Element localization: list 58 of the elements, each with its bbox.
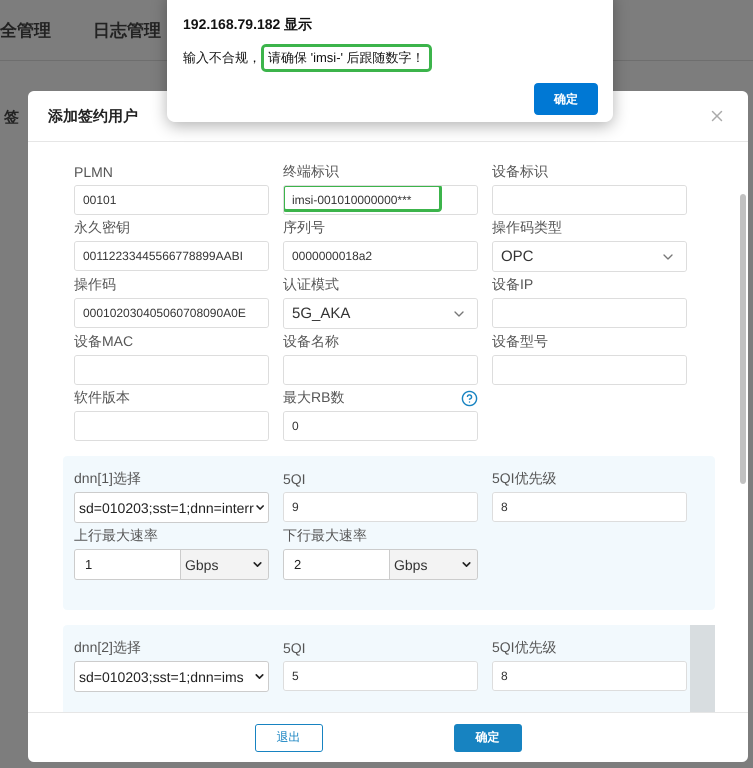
text-field[interactable]: [492, 185, 687, 215]
alert-title: 192.168.79.182 显示: [183, 16, 314, 34]
field-label: 序列号: [283, 219, 325, 237]
field-label: 设备MAC: [74, 333, 134, 351]
field-label: 设备型号: [492, 333, 548, 351]
field-label: 认证模式: [283, 276, 339, 294]
text-field[interactable]: [74, 411, 269, 441]
unit-select[interactable]: Gbps: [180, 549, 269, 580]
highlighted-message: 请确保 'imsi-' 后跟随数字！: [261, 44, 432, 72]
section-label: 签: [4, 108, 19, 127]
text-field[interactable]: 00112233445566778899AABI: [74, 241, 269, 271]
field-label: 设备IP: [492, 276, 534, 294]
field-label: 操作码类型: [492, 219, 562, 237]
field-label: 5QI: [283, 471, 306, 487]
scrollbar-thumb[interactable]: [740, 194, 746, 484]
text-field[interactable]: 0000000018a2: [283, 241, 478, 271]
field-label: 下行最大速率: [283, 527, 367, 545]
field-label: 5QI优先级: [492, 639, 557, 657]
text-field[interactable]: 8: [492, 661, 687, 691]
field-label: 5QI优先级: [492, 470, 557, 488]
text-field[interactable]: [492, 355, 687, 385]
text-field[interactable]: [283, 355, 478, 385]
text-field[interactable]: 5: [283, 661, 478, 691]
text-field[interactable]: [492, 298, 687, 328]
text-field[interactable]: 00101: [74, 185, 269, 215]
dialog-title: 添加签约用户: [48, 106, 138, 126]
select-field[interactable]: OPC: [492, 241, 687, 272]
text-field[interactable]: 9: [283, 492, 478, 522]
text-field[interactable]: 0: [283, 411, 478, 441]
select-field[interactable]: sd=010203;sst=1;dnn=ims: [74, 661, 269, 692]
alert-message: 输入不合规，: [183, 49, 261, 67]
exit-button[interactable]: 退出: [254, 724, 322, 752]
field-label: 设备标识: [492, 163, 548, 181]
select-field[interactable]: 5G_AKA: [283, 298, 478, 329]
text-field[interactable]: 8: [492, 492, 687, 522]
confirm-button[interactable]: 确定: [454, 724, 522, 752]
text-field[interactable]: 1: [74, 549, 180, 580]
text-field[interactable]: imsi-001010000000***: [283, 185, 478, 215]
nav-item[interactable]: 全管理: [0, 18, 51, 42]
ok-button[interactable]: 确定: [534, 83, 598, 115]
field-label: PLMN: [74, 164, 113, 180]
text-field[interactable]: [74, 355, 269, 385]
field-label: 上行最大速率: [74, 527, 158, 545]
field-label: 5QI: [283, 640, 306, 656]
field-label: 终端标识: [283, 163, 339, 181]
nav-item[interactable]: 日志管理: [93, 18, 161, 42]
field-label: 操作码: [74, 276, 116, 294]
select-field[interactable]: sd=010203;sst=1;dnn=interr: [74, 492, 269, 523]
help-icon[interactable]: [461, 390, 478, 406]
unit-select[interactable]: Gbps: [389, 549, 478, 580]
field-label: 永久密钥: [74, 219, 130, 237]
field-label: dnn[2]选择: [74, 639, 141, 657]
field-label: 设备名称: [283, 333, 339, 351]
field-label: 最大RB数: [283, 389, 344, 407]
text-field[interactable]: 2: [283, 549, 389, 580]
text-field[interactable]: 000102030405060708090A0E: [74, 298, 269, 328]
field-label: 软件版本: [74, 389, 130, 407]
field-label: dnn[1]选择: [74, 470, 141, 488]
